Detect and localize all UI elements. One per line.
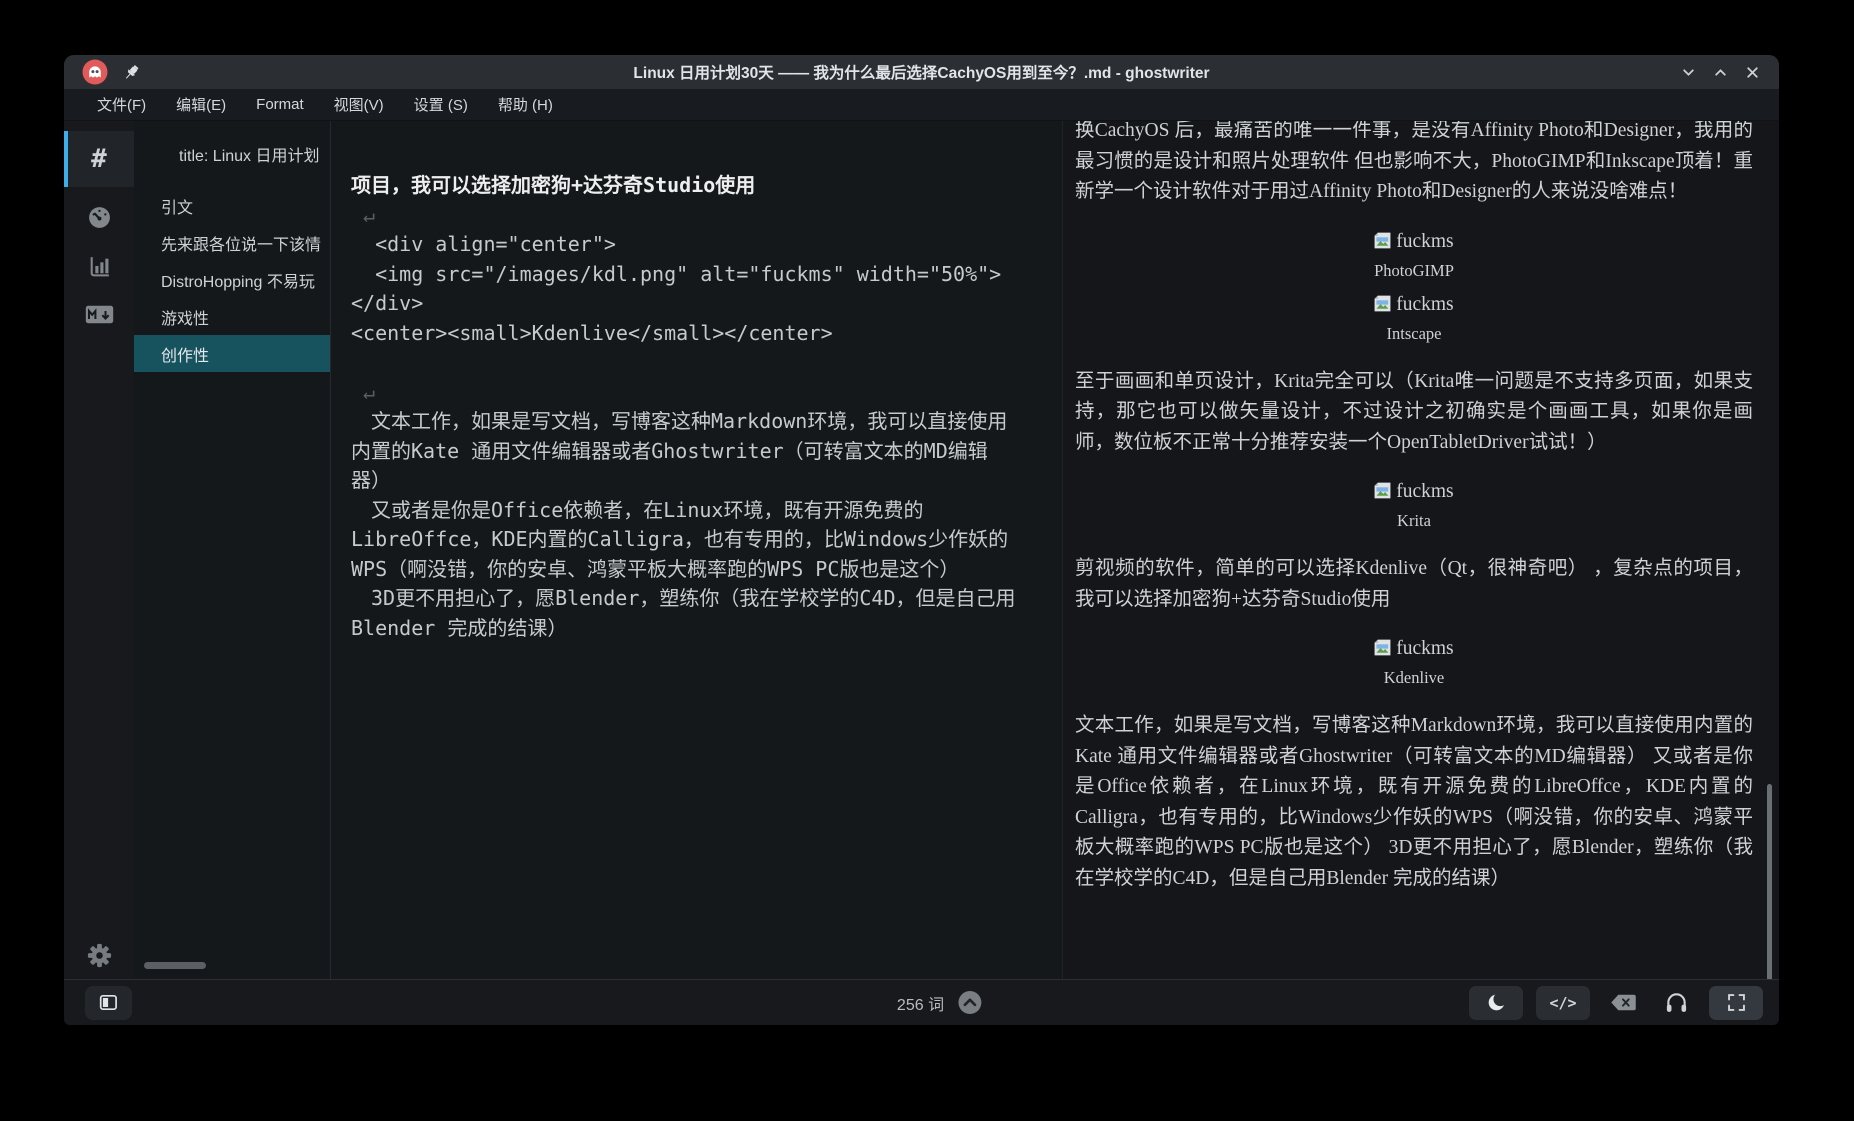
broken-image-icon xyxy=(1374,295,1391,312)
preview-image-caption: Kdenlive xyxy=(1075,668,1753,688)
sidebar-icon-strip: # xyxy=(64,121,134,979)
chevron-up-circle-icon[interactable] xyxy=(957,990,982,1015)
preview-broken-image: fuckms xyxy=(1075,481,1753,503)
html-source-button[interactable]: </> xyxy=(1536,986,1590,1020)
headphones-icon xyxy=(1665,992,1688,1013)
editor-line: ↵ xyxy=(351,201,1040,231)
preview-paragraph: 至于画画和单页设计，Krita完全可以（Krita唯一问题是不支持多页面，如果支… xyxy=(1075,367,1753,459)
backspace-icon xyxy=(1610,993,1637,1012)
word-count: 256 词 xyxy=(897,991,944,1015)
gear-icon xyxy=(86,942,113,969)
clear-button[interactable] xyxy=(1603,986,1643,1020)
preview-paragraph: 文本工作，如果是写文档，写博客这种Markdown环境，我可以直接使用内置的Ka… xyxy=(1075,711,1753,894)
preview-content: 换CachyOS 后，最痛苦的唯一一件事，是没有Affinity Photo和D… xyxy=(1063,121,1779,894)
preview-broken-image: fuckms xyxy=(1075,294,1753,316)
html-preview-pane[interactable]: 换CachyOS 后，最痛苦的唯一一件事，是没有Affinity Photo和D… xyxy=(1062,121,1779,979)
fullscreen-button[interactable] xyxy=(1709,986,1763,1020)
window-title: Linux 日用计划30天 —— 我为什么最后选择CachyOS用到至今？.md… xyxy=(64,61,1779,83)
outline-item[interactable]: title: Linux 日用计划 xyxy=(134,135,330,172)
broken-image-icon xyxy=(1374,232,1391,249)
image-alt-text: fuckms xyxy=(1396,294,1453,315)
minimize-icon[interactable] xyxy=(1677,61,1699,83)
outline-item[interactable]: 先来跟各位说一下该情 xyxy=(134,224,330,261)
editor-line: 器） xyxy=(351,466,1040,496)
broken-image-icon xyxy=(1374,639,1391,656)
ghostwriter-window: Linux 日用计划30天 —— 我为什么最后选择CachyOS用到至今？.md… xyxy=(64,55,1779,1025)
preview-broken-image: fuckms xyxy=(1075,638,1753,660)
broken-image-icon xyxy=(1374,482,1391,499)
image-alt-text: fuckms xyxy=(1396,638,1453,659)
gauge-icon xyxy=(87,205,112,230)
sidebar-item-session-stats[interactable] xyxy=(87,205,112,230)
editor-line: 内置的Kate 通用文件编辑器或者Ghostwriter（可转富文本的MD编辑 xyxy=(351,437,1040,467)
editor-line: 又或者是你是Office依赖者，在Linux环境，既有开源免费的 xyxy=(351,496,1040,526)
moon-icon xyxy=(1486,992,1507,1013)
preview-image-caption: Intscape xyxy=(1075,324,1753,344)
menu-item[interactable]: 视图(V) xyxy=(319,89,399,120)
code-icon: </> xyxy=(1549,994,1576,1012)
outline-hscrollbar[interactable] xyxy=(144,962,206,969)
markdown-editor[interactable]: 项目，我可以选择加密狗+达芬奇Studio使用 ↵ <div align="ce… xyxy=(330,121,1062,979)
editor-line: 项目，我可以选择加密狗+达芬奇Studio使用 xyxy=(351,171,1040,201)
editor-line: WPS（啊没错，你的安卓、鸿蒙平板大概率跑的WPS PC版也是这个） xyxy=(351,555,1040,585)
sidebar-toggle-button[interactable] xyxy=(85,986,132,1020)
outline-item[interactable]: 引文 xyxy=(134,187,330,224)
editor-line: 文本工作，如果是写文档，写博客这种Markdown环境，我可以直接使用 xyxy=(351,407,1040,437)
preview-paragraph: 换CachyOS 后，最痛苦的唯一一件事，是没有Affinity Photo和D… xyxy=(1075,121,1753,208)
panel-toggle-icon xyxy=(99,994,118,1011)
outline-item[interactable]: DistroHopping 不易玩 xyxy=(134,261,330,298)
menu-item[interactable]: 设置 (S) xyxy=(399,89,483,120)
titlebar[interactable]: Linux 日用计划30天 —— 我为什么最后选择CachyOS用到至今？.md… xyxy=(64,55,1779,89)
dark-mode-button[interactable] xyxy=(1469,986,1523,1020)
menu-item[interactable]: 编辑(E) xyxy=(161,89,241,120)
preview-image-caption: Krita xyxy=(1075,511,1753,531)
menu-item[interactable]: 帮助 (H) xyxy=(483,89,568,120)
sidebar-item-cheatsheet[interactable] xyxy=(85,305,114,324)
image-alt-text: fuckms xyxy=(1396,231,1453,252)
outline-item[interactable]: 创作性 xyxy=(134,335,330,372)
editor-line: </div> xyxy=(351,289,1040,319)
menubar: 文件(F)编辑(E)Format视图(V)设置 (S)帮助 (H) xyxy=(64,89,1779,121)
editor-line: LibreOffce，KDE内置的Calligra，也有专用的，比Windows… xyxy=(351,525,1040,555)
close-icon[interactable] xyxy=(1741,61,1763,83)
focus-sounds-button[interactable] xyxy=(1656,986,1696,1020)
preview-paragraph: 剪视频的软件，简单的可以选择Kdenlive（Qt，很神奇吧） ，复杂点的项目，… xyxy=(1075,554,1753,615)
statusbar: 256 词 </> xyxy=(64,979,1779,1025)
menu-item[interactable]: Format xyxy=(241,89,319,120)
fullscreen-icon xyxy=(1726,992,1747,1013)
maximize-icon[interactable] xyxy=(1709,61,1731,83)
editor-line: <img src="/images/kdl.png" alt="fuckms" … xyxy=(351,260,1040,290)
editor-line: ↵ xyxy=(351,378,1040,408)
settings-button[interactable] xyxy=(64,942,134,969)
outline-hash-icon: # xyxy=(91,144,107,174)
outline-item[interactable]: 游戏性 xyxy=(134,298,330,335)
pin-icon[interactable] xyxy=(122,63,141,82)
image-alt-text: fuckms xyxy=(1396,481,1453,502)
editor-line: Blender 完成的结课） xyxy=(351,614,1040,644)
bar-chart-icon xyxy=(87,254,112,279)
sidebar-item-outline[interactable]: # xyxy=(64,131,134,187)
outline-panel: title: Linux 日用计划引文先来跟各位说一下该情DistroHoppi… xyxy=(134,121,330,979)
app-ghost-icon[interactable] xyxy=(82,59,108,85)
preview-broken-image: fuckms xyxy=(1075,231,1753,253)
editor-line xyxy=(351,348,1040,378)
preview-image-caption: PhotoGIMP xyxy=(1075,261,1753,281)
sidebar-item-document-stats[interactable] xyxy=(87,254,112,279)
markdown-icon xyxy=(85,305,114,324)
menu-item[interactable]: 文件(F) xyxy=(82,89,161,120)
preview-scrollbar[interactable] xyxy=(1767,784,1772,979)
editor-line: 3D更不用担心了，愿Blender，塑练你（我在学校学的C4D，但是自己用 xyxy=(351,584,1040,614)
editor-line: <center><small>Kdenlive</small></center> xyxy=(351,319,1040,349)
editor-line: <div align="center"> xyxy=(351,230,1040,260)
